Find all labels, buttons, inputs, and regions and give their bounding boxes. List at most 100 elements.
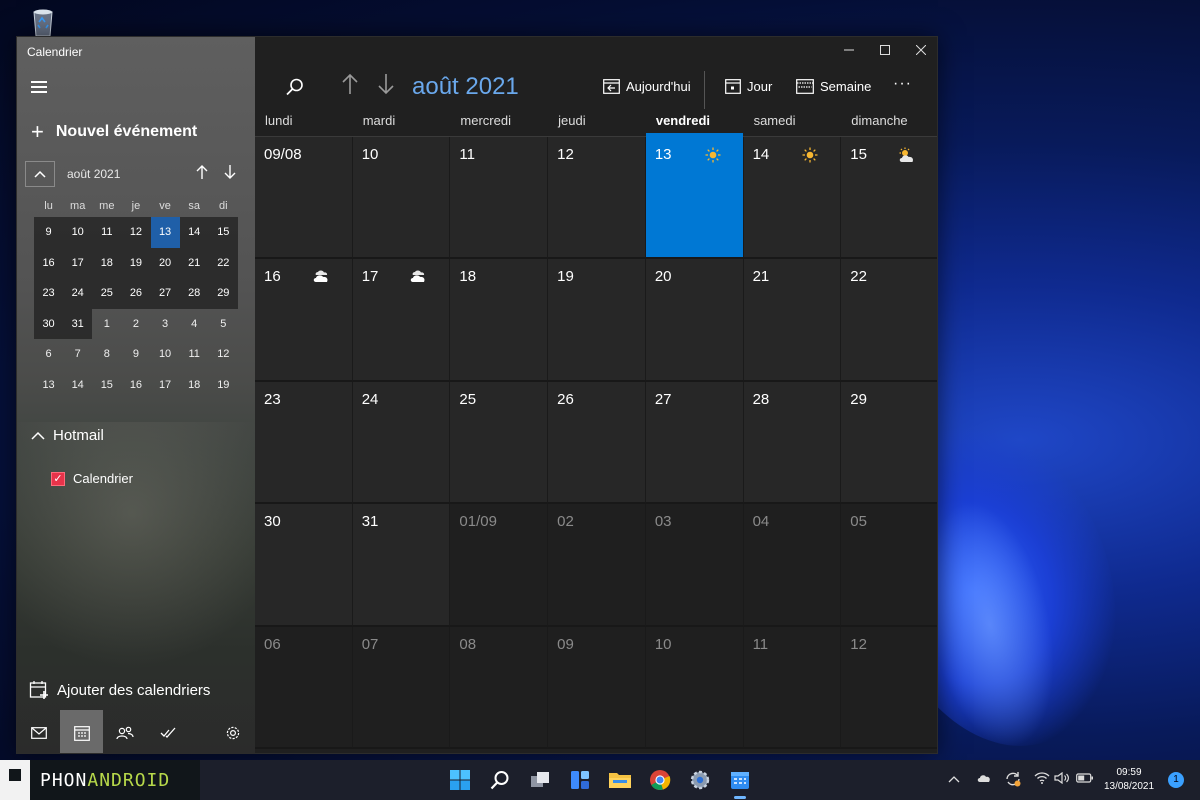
mini-day-cell[interactable]: 14 (179, 217, 209, 248)
start-windows-icon[interactable] (446, 766, 474, 794)
mini-day-cell[interactable]: 13 (34, 370, 63, 401)
mini-day-cell[interactable]: 15 (208, 217, 238, 248)
new-event-button[interactable]: + Nouvel événement (31, 121, 197, 143)
mini-day-cell[interactable]: 21 (179, 247, 209, 278)
chrome-icon[interactable] (646, 766, 674, 794)
day-cell[interactable]: 07 (352, 626, 451, 749)
mini-day-cell[interactable]: 24 (63, 278, 93, 309)
widgets-icon[interactable] (566, 766, 594, 794)
day-cell[interactable]: 25 (450, 381, 549, 505)
menu-button[interactable] (31, 81, 47, 93)
mini-day-cell[interactable]: 15 (92, 370, 121, 401)
mini-day-cell[interactable]: 23 (34, 278, 64, 309)
people-icon[interactable] (103, 710, 146, 753)
mini-day-cell[interactable]: 13 (150, 217, 180, 248)
mini-prev-month-arrow-up-icon[interactable] (195, 164, 209, 185)
mini-day-cell[interactable]: 8 (92, 339, 121, 370)
mini-day-cell[interactable]: 3 (151, 309, 180, 340)
mini-day-cell[interactable]: 5 (209, 309, 238, 340)
calendar-app-icon[interactable] (726, 766, 754, 799)
tray-chevron-up-icon[interactable] (948, 772, 960, 786)
day-cell[interactable]: 28 (743, 381, 842, 505)
day-cell[interactable]: 12 (548, 137, 646, 260)
battery-icon[interactable] (1076, 772, 1094, 787)
add-calendars-button[interactable]: Ajouter des calendriers (29, 680, 210, 700)
mini-day-cell[interactable]: 25 (92, 278, 122, 309)
mini-day-cell[interactable]: 18 (180, 370, 209, 401)
settings-gear-icon[interactable] (211, 710, 255, 753)
mini-day-cell[interactable]: 19 (121, 247, 151, 278)
today-button[interactable]: Aujourd'hui (603, 79, 691, 94)
clock[interactable]: 09:59 13/08/2021 (1100, 766, 1158, 794)
day-cell[interactable]: 09/08 (255, 137, 353, 260)
task-view-icon[interactable] (526, 766, 554, 794)
mini-day-cell[interactable]: 17 (63, 247, 93, 278)
mini-day-cell[interactable]: 30 (34, 308, 64, 339)
calendar-icon[interactable] (60, 710, 103, 753)
day-cell[interactable]: 21 (743, 259, 842, 382)
mini-day-cell[interactable]: 27 (150, 278, 180, 309)
mini-day-cell[interactable]: 10 (151, 339, 180, 370)
day-cell[interactable]: 27 (645, 381, 744, 505)
day-cell[interactable]: 05 (841, 504, 937, 627)
day-cell[interactable]: 10 (352, 137, 451, 260)
mini-day-cell[interactable]: 10 (63, 217, 93, 248)
day-cell[interactable]: 20 (645, 259, 744, 382)
day-cell[interactable]: 04 (743, 504, 842, 627)
day-cell[interactable]: 06 (255, 626, 353, 749)
current-month-title[interactable]: août 2021 (412, 73, 519, 101)
day-cell[interactable]: 03 (645, 504, 744, 627)
day-cell[interactable]: 02 (548, 504, 646, 627)
previous-month-arrow-up-icon[interactable] (341, 73, 359, 101)
mini-day-cell[interactable]: 16 (121, 370, 150, 401)
day-cell[interactable]: 26 (548, 381, 646, 505)
next-month-arrow-down-icon[interactable] (377, 73, 395, 101)
day-cell[interactable]: 24 (352, 381, 451, 505)
taskbar-search-icon[interactable] (486, 766, 514, 794)
mail-icon[interactable] (17, 710, 60, 753)
search-icon[interactable] (285, 77, 305, 102)
day-cell[interactable]: 17 (352, 259, 451, 382)
mini-day-cell[interactable]: 26 (121, 278, 151, 309)
hotmail-account-toggle[interactable]: Hotmail (31, 427, 104, 444)
day-cell[interactable]: 14 (743, 137, 842, 260)
day-cell[interactable]: 11 (450, 137, 549, 260)
mini-next-month-arrow-down-icon[interactable] (223, 164, 237, 185)
collapse-mini-calendar-button[interactable] (25, 161, 55, 187)
sync-update-icon[interactable] (1004, 770, 1022, 791)
recycle-bin-icon[interactable] (26, 4, 60, 38)
day-cell[interactable]: 23 (255, 381, 353, 505)
maximize-icon[interactable] (867, 37, 903, 63)
day-cell[interactable]: 22 (841, 259, 937, 382)
mini-day-cell[interactable]: 2 (121, 309, 150, 340)
mini-day-cell[interactable]: 6 (34, 339, 63, 370)
mini-day-cell[interactable]: 12 (209, 339, 238, 370)
week-view-button[interactable]: Semaine (796, 79, 871, 94)
mini-day-cell[interactable]: 18 (92, 247, 122, 278)
day-cell[interactable]: 15 (841, 137, 937, 260)
notification-badge[interactable]: 1 (1168, 772, 1184, 788)
mini-day-cell[interactable]: 16 (34, 247, 64, 278)
mini-day-cell[interactable]: 20 (150, 247, 180, 278)
mini-day-cell[interactable]: 28 (179, 278, 209, 309)
mini-day-cell[interactable]: 9 (121, 339, 150, 370)
mini-day-cell[interactable]: 14 (63, 370, 92, 401)
mini-day-cell[interactable]: 11 (180, 339, 209, 370)
mini-day-cell[interactable]: 31 (63, 308, 93, 339)
mini-day-cell[interactable]: 7 (63, 339, 92, 370)
mini-day-cell[interactable]: 29 (208, 278, 238, 309)
wifi-icon[interactable] (1034, 772, 1050, 787)
day-cell[interactable]: 30 (255, 504, 353, 627)
day-cell[interactable]: 18 (450, 259, 549, 382)
more-options-icon[interactable]: ··· (893, 75, 912, 93)
mini-day-cell[interactable]: 12 (121, 217, 151, 248)
mini-day-cell[interactable]: 4 (180, 309, 209, 340)
mini-day-cell[interactable]: 11 (92, 217, 122, 248)
onedrive-cloud-icon[interactable] (976, 772, 992, 786)
close-icon[interactable] (903, 37, 937, 63)
mini-day-cell[interactable]: 19 (209, 370, 238, 401)
day-cell[interactable]: 29 (841, 381, 937, 505)
day-cell[interactable]: 13 (645, 137, 744, 260)
day-cell[interactable]: 19 (548, 259, 646, 382)
calendar-checkbox[interactable]: ✓ (51, 471, 65, 486)
